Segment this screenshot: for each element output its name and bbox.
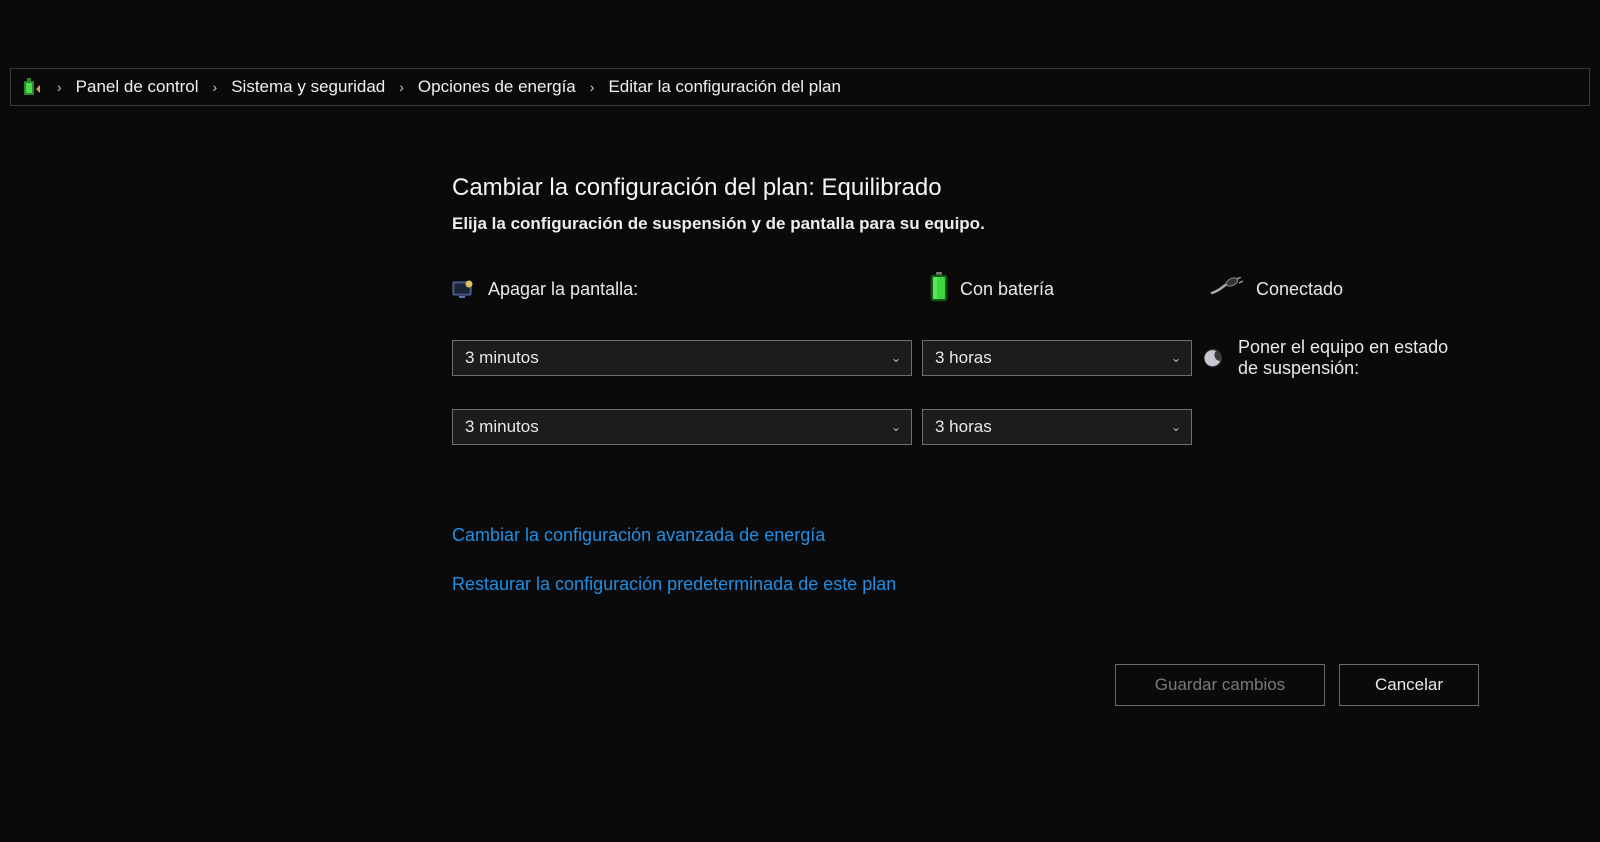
breadcrumb-edit-plan[interactable]: Editar la configuración del plan: [608, 77, 840, 97]
breadcrumb-power-options[interactable]: Opciones de energía: [418, 77, 576, 97]
row-sleep-text: Poner el equipo en estado de suspensión:: [1238, 337, 1472, 379]
column-header-battery: Con batería: [922, 272, 1192, 307]
chevron-right-icon: ›: [49, 79, 70, 95]
sleep-battery-dropdown[interactable]: 3 minutos ⌄: [452, 409, 912, 445]
breadcrumb-control-panel[interactable]: Panel de control: [76, 77, 199, 97]
cancel-button[interactable]: Cancelar: [1339, 664, 1479, 706]
links-section: Cambiar la configuración avanzada de ene…: [452, 525, 1502, 595]
display-off-battery-dropdown[interactable]: 3 minutos ⌄: [452, 340, 912, 376]
moon-icon: [1202, 347, 1224, 369]
display-off-plugged-value: 3 horas: [935, 348, 992, 368]
sleep-plugged-dropdown[interactable]: 3 horas ⌄: [922, 409, 1192, 445]
main-content: Cambiar la configuración del plan: Equil…: [452, 174, 1502, 595]
row-display-off-label: Apagar la pantalla:: [452, 279, 912, 301]
chevron-down-icon: ⌄: [1171, 351, 1181, 365]
page-title: Cambiar la configuración del plan: Equil…: [452, 174, 1502, 202]
chevron-right-icon: ›: [205, 79, 226, 95]
battery-icon: [930, 272, 948, 307]
column-header-plugged: Conectado: [1202, 277, 1472, 302]
button-row: Guardar cambios Cancelar: [1115, 664, 1479, 706]
column-header-battery-label: Con batería: [960, 279, 1054, 300]
chevron-right-icon: ›: [582, 79, 603, 95]
chevron-down-icon: ⌄: [1171, 420, 1181, 434]
display-off-plugged-dropdown[interactable]: 3 horas ⌄: [922, 340, 1192, 376]
monitor-icon: [452, 279, 474, 301]
chevron-down-icon: ⌄: [891, 420, 901, 434]
power-plan-icon: [21, 77, 43, 97]
row-display-off-text: Apagar la pantalla:: [488, 279, 638, 300]
chevron-right-icon: ›: [391, 79, 412, 95]
link-restore-defaults[interactable]: Restaurar la configuración predeterminad…: [452, 574, 1502, 595]
link-advanced-settings[interactable]: Cambiar la configuración avanzada de ene…: [452, 525, 1502, 546]
chevron-down-icon: ⌄: [891, 351, 901, 365]
column-header-plugged-label: Conectado: [1256, 279, 1343, 300]
row-sleep-label: Poner el equipo en estado de suspensión:: [1202, 337, 1472, 379]
page-subtitle: Elija la configuración de suspensión y d…: [452, 214, 1502, 234]
save-button[interactable]: Guardar cambios: [1115, 664, 1325, 706]
breadcrumb-system-security[interactable]: Sistema y seguridad: [231, 77, 385, 97]
display-off-battery-value: 3 minutos: [465, 348, 539, 368]
sleep-plugged-value: 3 horas: [935, 417, 992, 437]
sleep-battery-value: 3 minutos: [465, 417, 539, 437]
plug-icon: [1210, 277, 1244, 302]
settings-grid: Con batería Conectado: [452, 272, 1502, 445]
breadcrumb[interactable]: › Panel de control › Sistema y seguridad…: [10, 68, 1590, 106]
